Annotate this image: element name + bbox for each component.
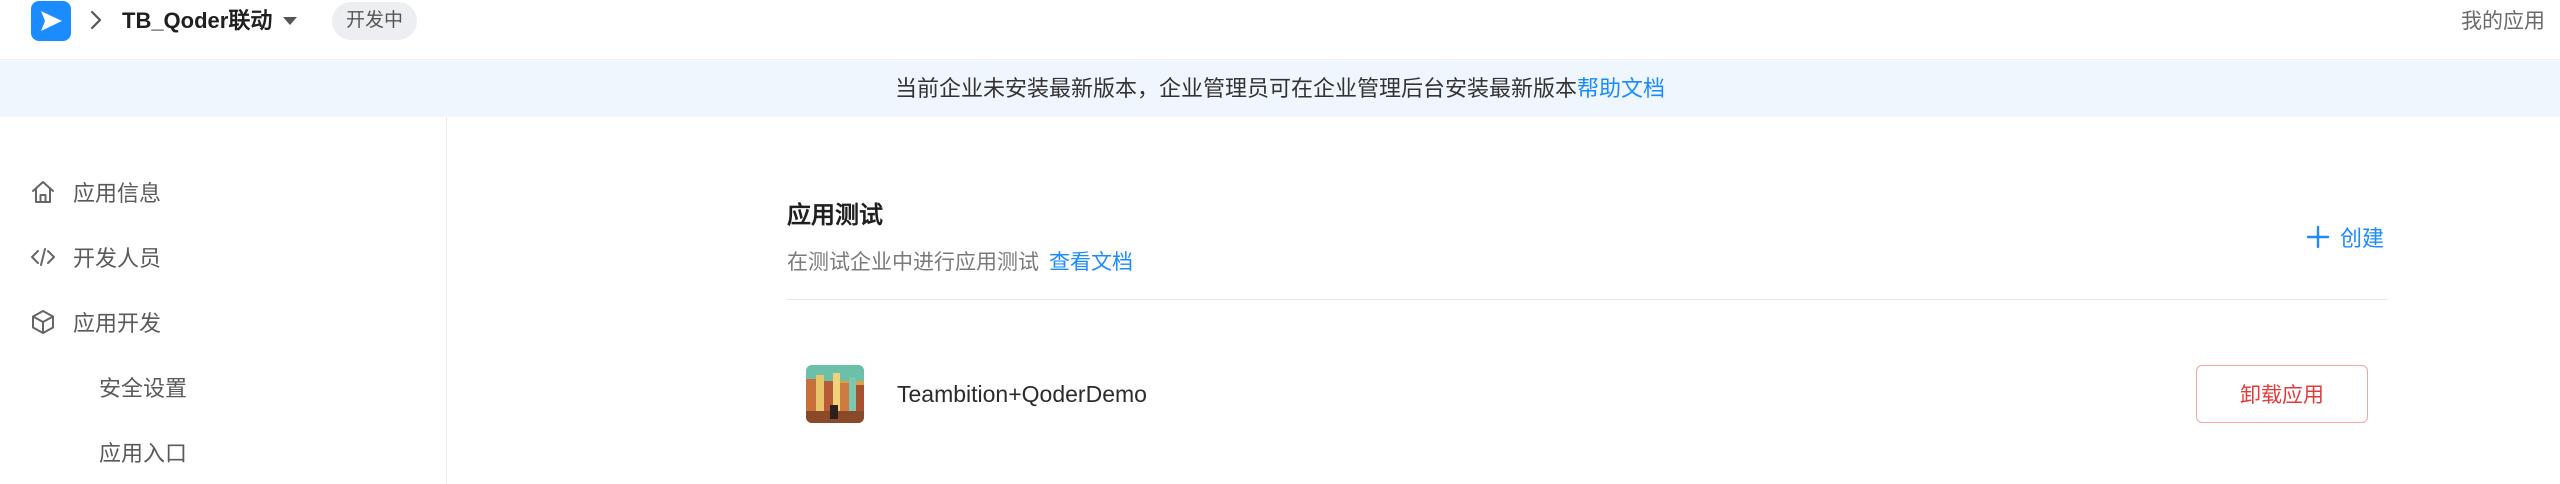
sidebar-item-label: 应用信息 xyxy=(73,181,162,206)
top-bar: TB_Qoder联动 开发中 我的应用 xyxy=(0,0,2560,60)
sidebar-item-app-info[interactable]: 应用信息 xyxy=(0,164,446,220)
home-icon xyxy=(29,178,57,206)
sidebar-item-app-entry[interactable]: 应用入口 xyxy=(0,424,446,480)
sidebar-item-label: 开发人员 xyxy=(73,246,162,271)
sidebar-item-label: 应用开发 xyxy=(73,311,162,336)
app-logo[interactable] xyxy=(31,1,71,41)
description-text: 在测试企业中进行应用测试 xyxy=(787,251,1039,274)
section-description: 在测试企业中进行应用测试 查看文档 xyxy=(787,248,1133,278)
app-name-label: Teambition+QoderDemo xyxy=(897,381,1147,407)
status-badge: 开发中 xyxy=(332,2,418,40)
notice-text: 当前企业未安装最新版本，企业管理员可在企业管理后台安装最新版本 xyxy=(894,76,1577,101)
sidebar-item-app-dev[interactable]: 应用开发 xyxy=(0,294,446,350)
view-doc-link[interactable]: 查看文档 xyxy=(1049,251,1133,274)
app-name[interactable]: TB_Qoder联动 xyxy=(122,6,272,36)
sidebar: 应用信息 开发人员 应用开发 安全设置 应用入口 xyxy=(0,117,447,484)
cube-icon xyxy=(29,308,57,336)
notice-banner: 当前企业未安装最新版本，企业管理员可在企业管理后台安装最新版本帮助文档 xyxy=(0,61,2560,117)
my-apps-link[interactable]: 我的应用 xyxy=(2461,7,2545,37)
sidebar-item-developers[interactable]: 开发人员 xyxy=(0,229,446,285)
sidebar-item-label: 安全设置 xyxy=(99,376,188,401)
app-avatar xyxy=(806,365,864,423)
chevron-right-icon xyxy=(90,10,102,30)
sidebar-item-label: 应用入口 xyxy=(99,441,188,466)
help-doc-link[interactable]: 帮助文档 xyxy=(1577,76,1665,101)
play-logo-icon xyxy=(41,11,62,31)
uninstall-button[interactable]: 卸载应用 xyxy=(2196,365,2368,423)
divider xyxy=(787,299,2388,300)
section-title: 应用测试 xyxy=(787,202,883,229)
caret-down-icon[interactable] xyxy=(282,16,298,26)
sidebar-item-security[interactable]: 安全设置 xyxy=(0,359,446,415)
create-label: 创建 xyxy=(2340,226,2385,251)
create-button[interactable]: 创建 xyxy=(2306,222,2384,252)
plus-icon xyxy=(2306,225,2330,249)
code-icon xyxy=(29,243,57,271)
list-item: Teambition+QoderDemo 卸载应用 xyxy=(787,350,2388,438)
